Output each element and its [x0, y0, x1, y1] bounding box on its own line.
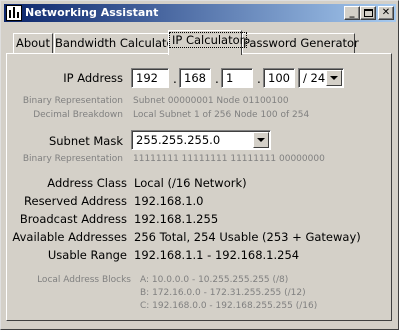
close-icon: ✕	[381, 7, 391, 18]
subnet-mask-select[interactable]: 255.255.255.0	[131, 130, 271, 150]
local-block-c: C: 192.168.0.0 - 192.168.255.255 (/16)	[140, 301, 318, 311]
tab-ip-calculator[interactable]: IP Calculator	[168, 30, 248, 55]
maximize-button[interactable]	[360, 6, 376, 20]
subnet-mask-value: 255.255.255.0	[136, 133, 221, 147]
ip-address-label: IP Address	[63, 71, 123, 85]
tab-label: IP Calculator	[169, 32, 248, 48]
subnet-mask-label: Subnet Mask	[48, 134, 123, 148]
minimize-button[interactable]: _	[344, 6, 360, 20]
broadcast-address-value: 192.168.1.255	[134, 212, 219, 226]
local-block-a: A: 10.0.0.0 - 10.255.255.255 (/8)	[140, 275, 289, 285]
app-window: Networking Assistant _ ✕ About Bandwidth…	[0, 0, 399, 330]
reserved-address-label: Reserved Address	[24, 194, 127, 208]
broadcast-address-label: Broadcast Address	[19, 212, 127, 226]
mask-binary-label: Binary Representation	[22, 154, 123, 164]
available-addresses-value: 256 Total, 254 Usable (253 + Gateway)	[134, 230, 361, 244]
ip-octet-1-input[interactable]: 192	[131, 68, 169, 88]
close-button[interactable]: ✕	[378, 6, 394, 20]
mask-binary-value: 11111111 11111111 11111111 00000000	[133, 154, 325, 164]
tab-about[interactable]: About	[13, 33, 53, 53]
ip-octet-4-input[interactable]: 100	[263, 68, 295, 88]
address-class-value: Local (/16 Network)	[134, 176, 247, 190]
usable-range-label: Usable Range	[47, 248, 127, 262]
ip-calculator-panel: IP Address 192 . 168 . 1 . 100 / 24 Bina…	[6, 53, 392, 321]
window-title: Networking Assistant	[25, 6, 159, 19]
local-blocks-label: Local Address Blocks	[37, 275, 131, 285]
network-app-icon	[6, 5, 22, 21]
tab-bandwidth-calculator[interactable]: Bandwidth Calculator	[54, 33, 178, 53]
tab-label: About	[15, 36, 50, 50]
local-block-b: B: 172.16.0.0 - 172.31.255.255 (/12)	[140, 288, 306, 298]
usable-range-value: 192.168.1.1 - 192.168.1.254	[134, 248, 300, 262]
tab-label: Bandwidth Calculator	[55, 36, 179, 50]
octet-separator: .	[257, 72, 261, 86]
cidr-value: / 24	[303, 71, 326, 85]
ip-binary-value: Subnet 00000001 Node 01100100	[133, 96, 289, 106]
ip-octet-3-input[interactable]: 1	[221, 68, 253, 88]
octet-separator: .	[173, 72, 177, 86]
tab-label: Password Generator	[243, 36, 359, 50]
available-addresses-label: Available Addresses	[12, 230, 127, 244]
octet-separator: .	[215, 72, 219, 86]
ip-binary-label: Binary Representation	[22, 96, 123, 106]
ip-decimal-label: Decimal Breakdown	[33, 110, 123, 120]
chevron-down-icon[interactable]	[326, 70, 342, 86]
title-bar[interactable]: Networking Assistant _ ✕	[4, 4, 396, 22]
ip-decimal-value: Local Subnet 1 of 256 Node 100 of 254	[133, 110, 310, 120]
reserved-address-value: 192.168.1.0	[134, 194, 204, 208]
tab-password-generator[interactable]: Password Generator	[242, 33, 359, 53]
ip-octet-2-input[interactable]: 168	[179, 68, 211, 88]
minimize-icon: _	[349, 7, 355, 18]
chevron-down-icon[interactable]	[253, 132, 269, 148]
maximize-icon	[363, 9, 373, 17]
cidr-select[interactable]: / 24	[298, 68, 344, 88]
address-class-label: Address Class	[47, 176, 127, 190]
